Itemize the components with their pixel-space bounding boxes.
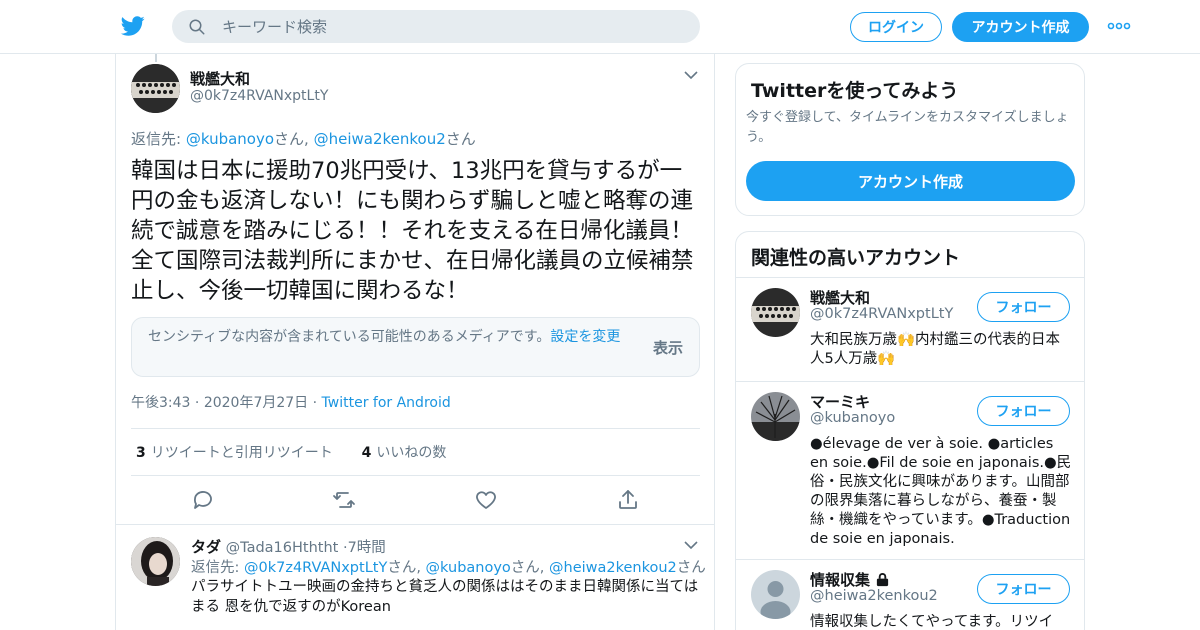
account-avatar[interactable] [751,392,800,441]
mention-suffix: さん [445,130,476,148]
reply-to-line: 返信先: @0k7z4RVANxptLtYさん, @kubanoyoさん, @h… [191,556,706,577]
divider [131,475,700,476]
mention-suffix: さん, [387,560,421,576]
account-handle[interactable]: @kubanoyo [810,410,895,426]
reply-mention[interactable]: @kubanoyo [426,560,511,576]
group-photo-icon [751,288,800,337]
default-profile-icon [751,570,800,619]
follow-button[interactable]: フォロー [977,292,1070,322]
reply-text: パラサイトトユー映画の金持ちと貧乏人の関係ははそのまま日韓関係に当てはまる 恩を… [191,579,699,615]
follow-button[interactable]: フォロー [977,574,1070,604]
reply-prefix: 返信先: [191,560,240,576]
search-icon [189,19,205,35]
account-handle[interactable]: @0k7z4RVANxptLtY [810,306,953,322]
search-input[interactable] [222,10,682,43]
account-handle[interactable]: @heiwa2kenkou2 [810,588,938,604]
change-settings-link[interactable]: 設定を変更 [550,329,620,345]
account-bio: ●élevage de ver à soie. ●articles en soi… [810,436,1072,547]
like-stat[interactable]: 4 いいねの数 [362,445,447,461]
more-options-icon[interactable] [1107,20,1131,32]
meta-separator: · [194,395,200,411]
sensitive-media-notice: センシティブな内容が含まれている可能性のあるメディアです。設定を変更 表示 [131,317,700,377]
reply-author-name[interactable]: タダ [191,538,221,556]
retweet-icon[interactable] [332,488,356,512]
retweet-stat[interactable]: 3 リツイートと引用リツイート [136,445,333,461]
login-button[interactable]: ログイン [850,12,942,42]
signup-promo-card: Twitterを使ってみよう 今すぐ登録して、タイムラインをカスタマイズしましょ… [735,63,1085,216]
tweet-time[interactable]: 午後3:43 [131,395,190,411]
mention-suffix: さん, [510,560,545,576]
reply-time[interactable]: 7時間 [348,540,386,556]
reply-to-line: 返信先: @kubanoyoさん, @heiwa2kenkou2さん [131,128,476,149]
account-name-text: 情報収集 [810,571,871,589]
tweet-text: 韓国は日本に援助70兆円受け、13兆円を貸与するが一円の金も返済しない！にも関わ… [131,158,694,304]
tweet-actions [116,488,716,512]
retweet-label: リツイートと引用リツイート [150,445,333,461]
sensitive-text: センシティブな内容が含まれている可能性のあるメディアです。 [148,329,551,345]
follow-button[interactable]: フォロー [977,396,1070,426]
promo-description: 今すぐ登録して、タイムラインをカスタマイズしましょう。 [746,110,1069,145]
tweet-source[interactable]: Twitter for Android [322,395,451,411]
group-photo-icon [131,64,180,113]
reply-mention[interactable]: @heiwa2kenkou2 [549,560,677,576]
reply-icon[interactable] [191,488,215,512]
tweet-stats: 3 リツイートと引用リツイート 4 いいねの数 [136,442,446,462]
related-account[interactable]: 戦艦大和 @0k7z4RVANxptLtY フォロー 大和民族万歳🙌内村鑑三の代… [736,278,1084,381]
signup-button[interactable]: アカウント作成 [952,12,1089,42]
twitter-bird-icon[interactable] [120,14,146,38]
account-avatar[interactable] [751,288,800,337]
author-name[interactable]: 戦艦大和 [190,68,250,89]
account-bio: 大和民族万歳🙌内村鑑三の代表的日本人5人万歳🙌 [810,332,1061,367]
account-bio: 情報収集したくてやってます。リツイ [810,614,1054,630]
related-account[interactable]: 情報収集 @heiwa2kenkou2 フォロー 情報収集したくてやってます。リ… [736,560,1084,630]
show-media-button[interactable]: 表示 [653,337,683,358]
related-accounts-card: 関連性の高いアカウント 戦艦大和 @0k7z4RVANxptLtY フォロー 大… [735,231,1085,630]
reply-author-handle[interactable]: @Tada16Hththt [226,540,339,556]
reply-author-avatar[interactable] [131,537,180,586]
account-avatar[interactable] [751,570,800,619]
related-account[interactable]: マーミキ @kubanoyo フォロー ●élevage de ver à so… [736,382,1084,559]
reply-header: タダ @Tada16Hththt ·7時間 [191,536,386,557]
chevron-down-icon[interactable] [684,70,698,80]
reply-mention[interactable]: @0k7z4RVANxptLtY [244,560,387,576]
top-navigation-bar: ログイン アカウント作成 [0,0,1200,54]
like-heart-icon[interactable] [474,488,498,512]
lock-icon [877,573,889,587]
like-label: いいねの数 [376,445,447,461]
share-icon[interactable] [616,488,640,512]
promo-title: Twitterを使ってみよう [751,80,959,102]
chevron-down-icon[interactable] [684,540,698,550]
search-bar[interactable] [172,10,700,43]
author-handle[interactable]: @0k7z4RVANxptLtY [190,88,328,104]
meta-separator: · [312,395,318,411]
mention-suffix: さん, [274,130,309,148]
retweet-count: 3 [136,445,146,461]
tweet-column: 戦艦大和 @0k7z4RVANxptLtY 返信先: @kubanoyoさん, … [115,54,715,630]
author-avatar[interactable] [131,64,180,113]
like-count: 4 [361,445,372,461]
person-photo-icon [131,537,180,586]
promo-signup-button[interactable]: アカウント作成 [746,161,1075,201]
thread-connector [155,54,157,62]
tweet-date[interactable]: 2020年7月27日 [204,395,308,411]
account-name[interactable]: マーミキ [810,391,870,412]
account-name[interactable]: 戦艦大和 [810,287,870,308]
tweet-metadata: 午後3:43 · 2020年7月27日 · Twitter for Androi… [131,392,451,412]
divider [116,524,714,525]
tree-photo-icon [751,392,800,441]
sensitive-message: センシティブな内容が含まれている可能性のあるメディアです。設定を変更 [148,328,638,347]
reply-mention[interactable]: @kubanoyo [186,130,274,148]
mention-suffix: さん [676,560,706,576]
related-title: 関連性の高いアカウント [751,247,961,269]
account-name[interactable]: 情報収集 [810,569,890,590]
reply-prefix: 返信先: [131,130,182,148]
divider [131,428,700,429]
reply-mention[interactable]: @heiwa2kenkou2 [314,130,446,148]
